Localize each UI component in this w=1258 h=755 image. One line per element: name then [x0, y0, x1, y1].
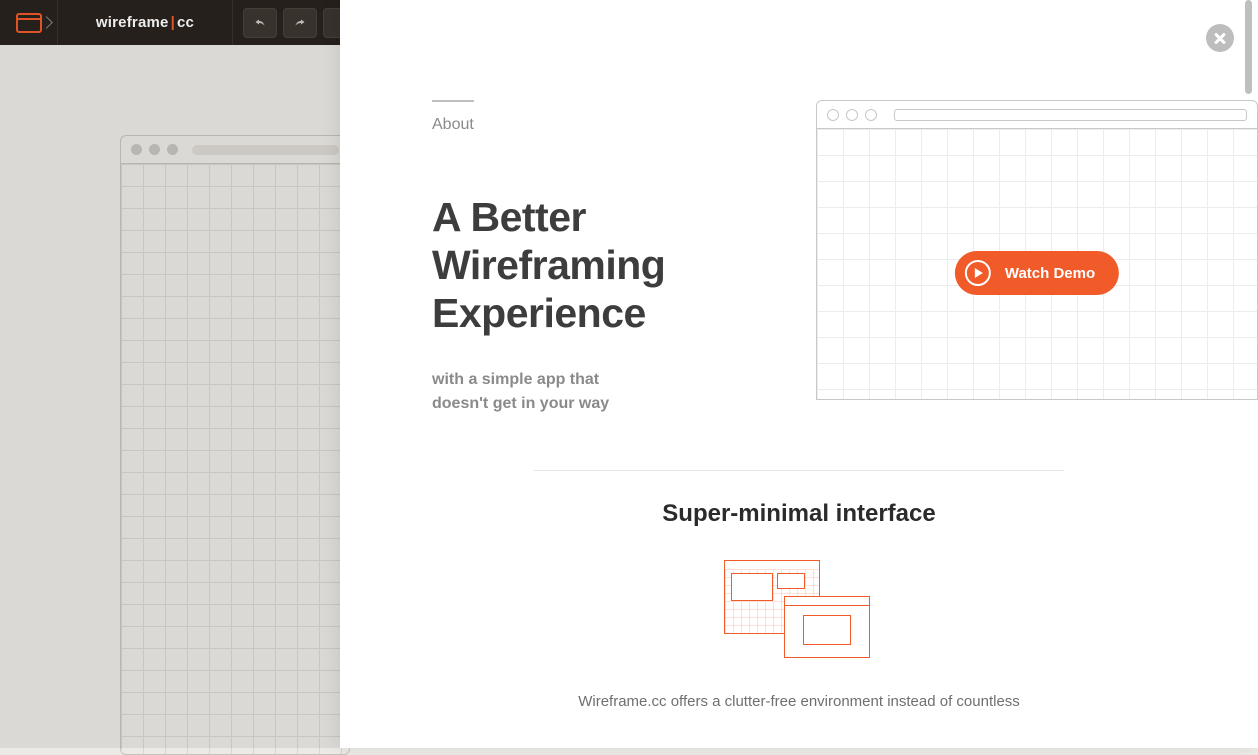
- section-label: About: [432, 100, 474, 134]
- watch-demo-label: Watch Demo: [1005, 265, 1095, 282]
- close-button[interactable]: [1206, 24, 1234, 52]
- about-feature: Super-minimal interface Wireframe.cc off…: [340, 500, 1258, 710]
- feature-heading: Super-minimal interface: [340, 500, 1258, 528]
- play-icon: [965, 260, 991, 286]
- page-tagline: with a simple app that doesn't get in yo…: [432, 368, 632, 416]
- window-dot-icon: [827, 109, 839, 121]
- demo-browser-chrome: [817, 101, 1257, 129]
- illustration-front-window: [784, 596, 870, 658]
- window-dot-icon: [846, 109, 858, 121]
- address-bar-placeholder: [894, 109, 1247, 121]
- feature-illustration: [724, 560, 874, 660]
- scrollbar-thumb[interactable]: [1245, 0, 1252, 94]
- feature-body: Wireframe.cc offers a clutter-free envir…: [539, 693, 1059, 710]
- page-headline: A Better Wireframing Experience: [432, 194, 698, 338]
- about-hero-text: About A Better Wireframing Experience wi…: [432, 100, 698, 416]
- about-hero-demo: Watch Demo: [746, 100, 1198, 416]
- about-hero: About A Better Wireframing Experience wi…: [340, 0, 1258, 416]
- demo-window: Watch Demo: [816, 100, 1258, 400]
- watch-demo-button[interactable]: Watch Demo: [955, 251, 1119, 295]
- divider: [534, 470, 1064, 471]
- about-panel: About A Better Wireframing Experience wi…: [340, 0, 1258, 748]
- window-dot-icon: [865, 109, 877, 121]
